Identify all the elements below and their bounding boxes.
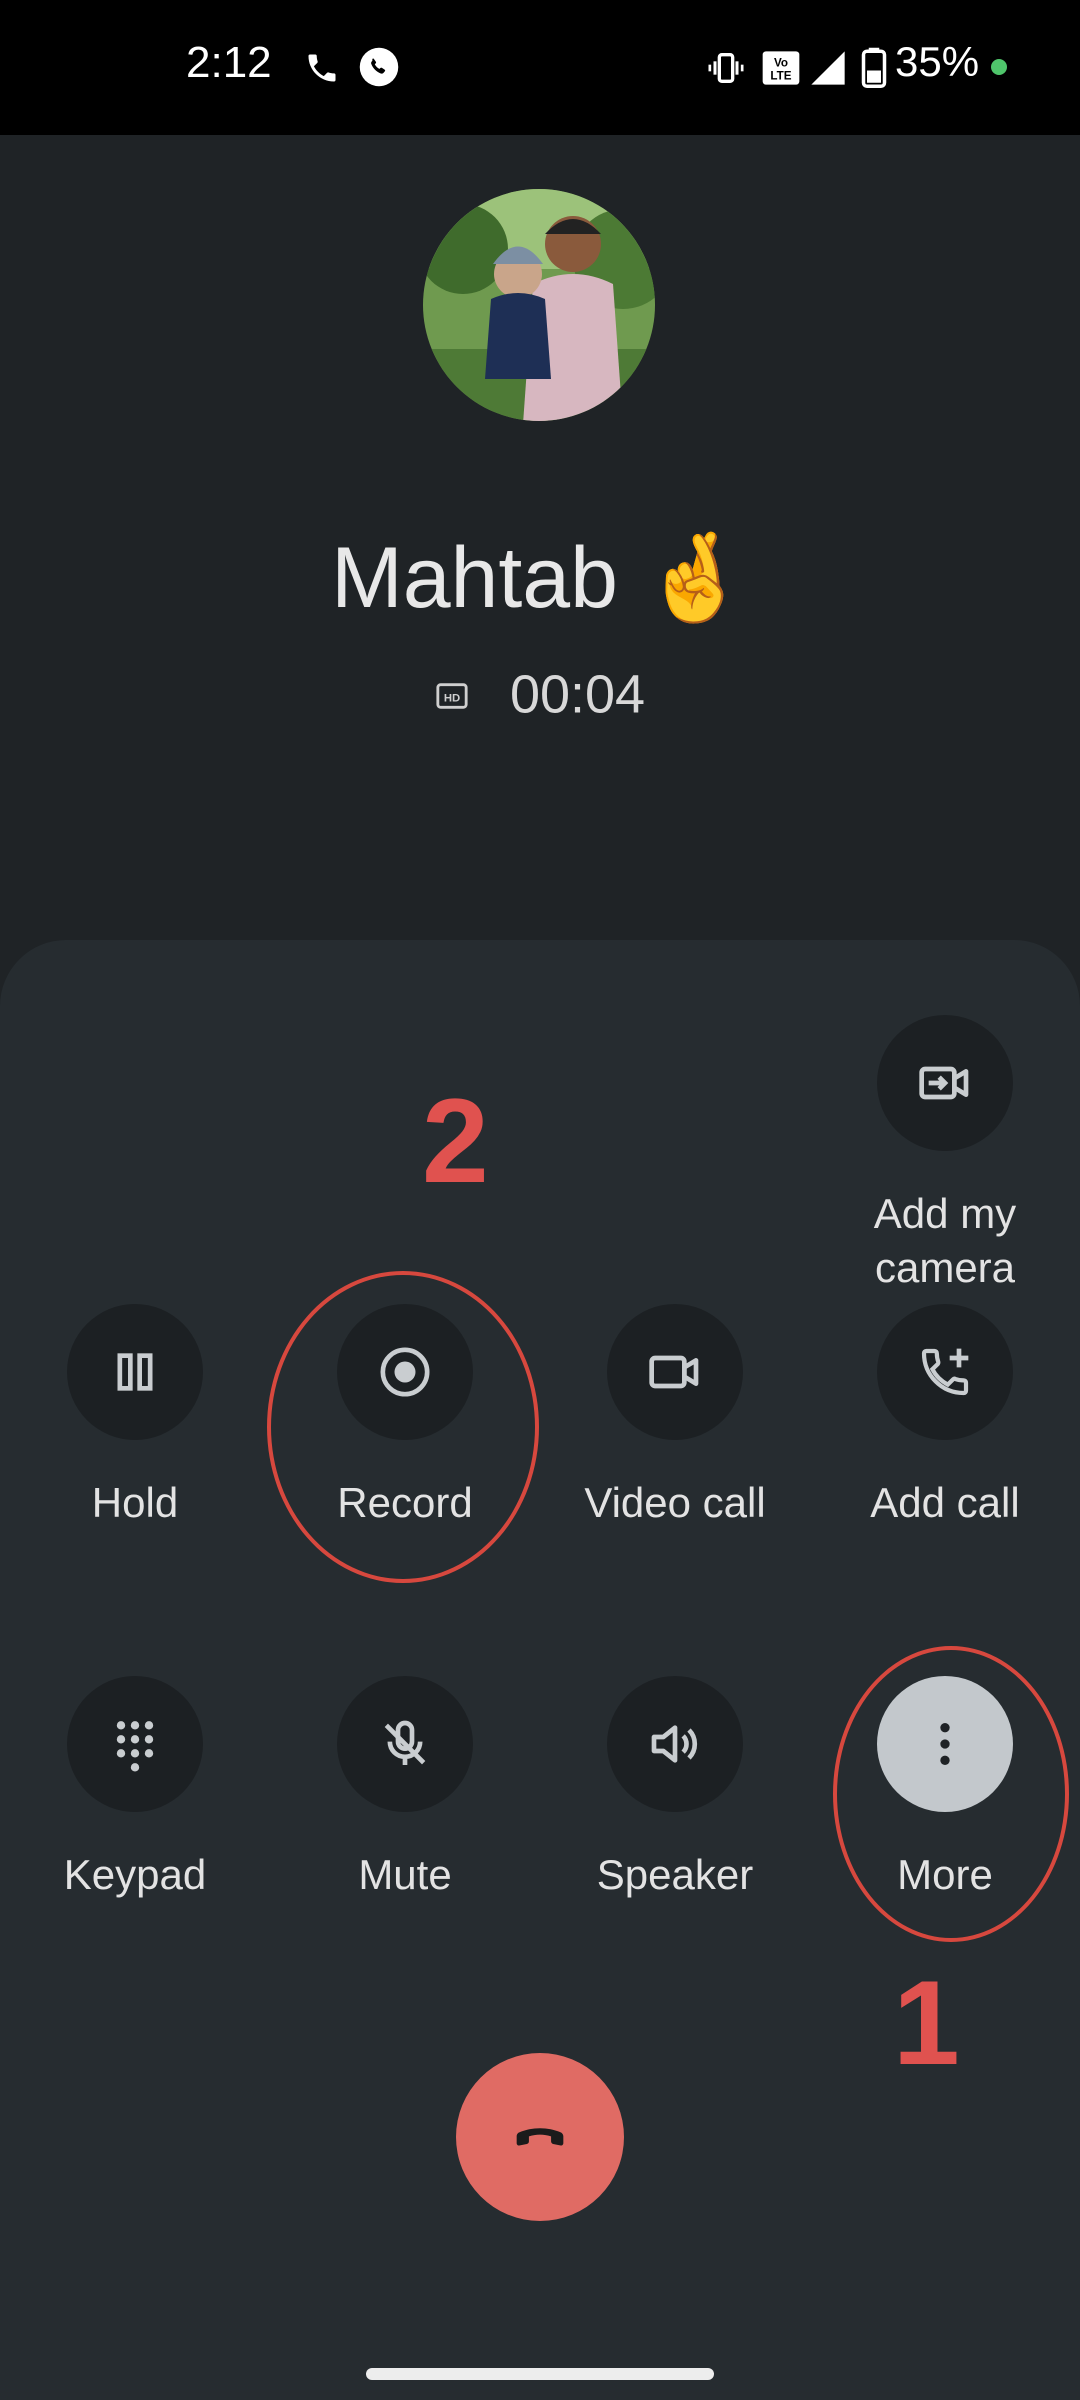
hold-label: Hold xyxy=(91,1479,179,1526)
keypad-button[interactable]: Keypad xyxy=(0,1676,270,1902)
add-call-label: Add call xyxy=(870,1479,1020,1526)
hd-label: HD xyxy=(444,692,460,704)
gesture-nav-handle[interactable] xyxy=(366,2368,714,2380)
video-call-button[interactable]: Video call xyxy=(540,1304,810,1530)
hold-button-circle[interactable] xyxy=(67,1304,203,1440)
status-time: 2:12 xyxy=(186,38,272,87)
phone-icon xyxy=(308,54,336,82)
mute-label: Mute xyxy=(358,1851,452,1898)
call-status-row: HD 00:04 xyxy=(0,660,1080,726)
mute-button-circle[interactable] xyxy=(337,1676,473,1812)
signal-icon xyxy=(811,51,845,85)
whatsapp-call-icon xyxy=(359,47,399,87)
mute-button[interactable]: Mute xyxy=(270,1676,540,1902)
end-call-button[interactable] xyxy=(456,2053,624,2221)
status-bar: 2:12 Vo LTE 35% xyxy=(0,0,1080,135)
call-end-icon xyxy=(516,2128,564,2146)
speaker-button-circle[interactable] xyxy=(607,1676,743,1812)
video-call-label: Video call xyxy=(584,1479,766,1526)
add-camera-label: Add my camera xyxy=(873,1190,1017,1291)
add-call-button-circle[interactable] xyxy=(877,1304,1013,1440)
vibrate-icon xyxy=(708,53,744,83)
speaker-label: Speaker xyxy=(596,1851,754,1898)
contact-avatar xyxy=(423,189,655,421)
svg-text:Vo: Vo xyxy=(774,56,788,69)
speaker-icon xyxy=(651,1725,698,1763)
annotation-circle-record xyxy=(267,1271,539,1583)
annotation-circle-more xyxy=(833,1646,1069,1942)
keypad-label: Keypad xyxy=(63,1851,207,1898)
add-call-icon xyxy=(921,1348,969,1396)
volte-icon: Vo LTE xyxy=(762,51,800,85)
hd-icon: HD xyxy=(435,664,469,726)
contact-name: Mahtab 🤞 xyxy=(331,530,749,626)
svg-text:LTE: LTE xyxy=(770,70,791,83)
video-camera-icon xyxy=(649,1355,699,1389)
pause-icon xyxy=(117,1353,153,1391)
annotation-number-one: 1 xyxy=(893,1956,960,2090)
battery-icon xyxy=(861,47,887,88)
add-camera-button-circle[interactable] xyxy=(877,1015,1013,1151)
speaker-button[interactable]: Speaker xyxy=(540,1676,810,1902)
battery-percent: 35% xyxy=(895,38,980,85)
add-camera-button[interactable]: Add my camera xyxy=(810,1015,1080,1295)
video-call-button-circle[interactable] xyxy=(607,1304,743,1440)
call-timer: 00:04 xyxy=(509,664,646,725)
privacy-indicator-dot xyxy=(991,59,1007,75)
mic-off-icon xyxy=(384,1720,426,1765)
hold-button[interactable]: Hold xyxy=(0,1304,270,1530)
camera-switch-icon xyxy=(919,1066,969,1100)
annotation-number-two: 2 xyxy=(422,1074,489,1208)
dialpad-icon xyxy=(116,1721,154,1772)
keypad-button-circle[interactable] xyxy=(67,1676,203,1812)
add-call-button[interactable]: Add call xyxy=(810,1304,1080,1530)
